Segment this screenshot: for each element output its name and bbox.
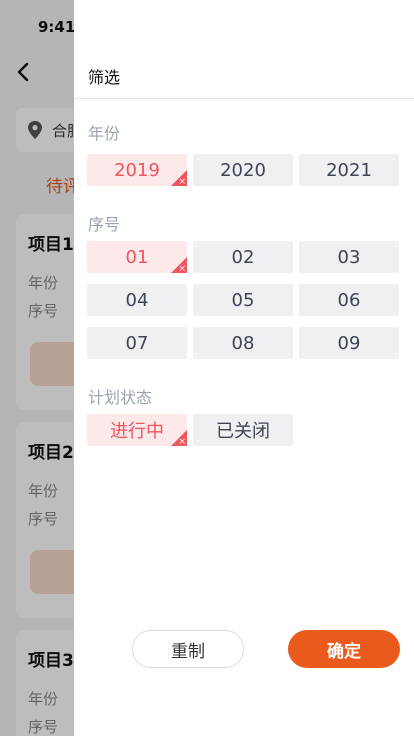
selected-check-icon: × xyxy=(178,264,186,274)
selected-check-icon: × xyxy=(178,437,186,447)
serial-option-01[interactable]: 01 × xyxy=(87,241,187,274)
year-option-2019[interactable]: 2019 × xyxy=(87,154,187,187)
reset-button[interactable]: 重制 xyxy=(132,630,244,668)
section-label-serial: 序号 xyxy=(88,215,121,234)
serial-option-09[interactable]: 09 xyxy=(299,327,399,359)
divider xyxy=(74,98,414,99)
filter-drawer: 筛选 年份 2019 × 2020 2021 序号 01 × 02 03 04 … xyxy=(74,0,414,736)
selected-check-icon: × xyxy=(178,177,186,187)
confirm-button[interactable]: 确定 xyxy=(288,630,400,668)
serial-option-03[interactable]: 03 xyxy=(299,241,399,273)
year-option-2020[interactable]: 2020 xyxy=(193,154,293,186)
status-option-closed[interactable]: 已关闭 xyxy=(193,414,293,446)
drawer-title: 筛选 xyxy=(88,68,121,87)
serial-option-06[interactable]: 06 xyxy=(299,284,399,316)
serial-option-07[interactable]: 07 xyxy=(87,327,187,359)
serial-option-05[interactable]: 05 xyxy=(193,284,293,316)
serial-option-04[interactable]: 04 xyxy=(87,284,187,316)
section-label-plan-status: 计划状态 xyxy=(88,388,153,407)
serial-option-02[interactable]: 02 xyxy=(193,241,293,273)
year-option-2021[interactable]: 2021 xyxy=(299,154,399,186)
section-label-year: 年份 xyxy=(88,124,121,143)
status-option-in-progress[interactable]: 进行中 × xyxy=(87,414,187,447)
serial-option-08[interactable]: 08 xyxy=(193,327,293,359)
